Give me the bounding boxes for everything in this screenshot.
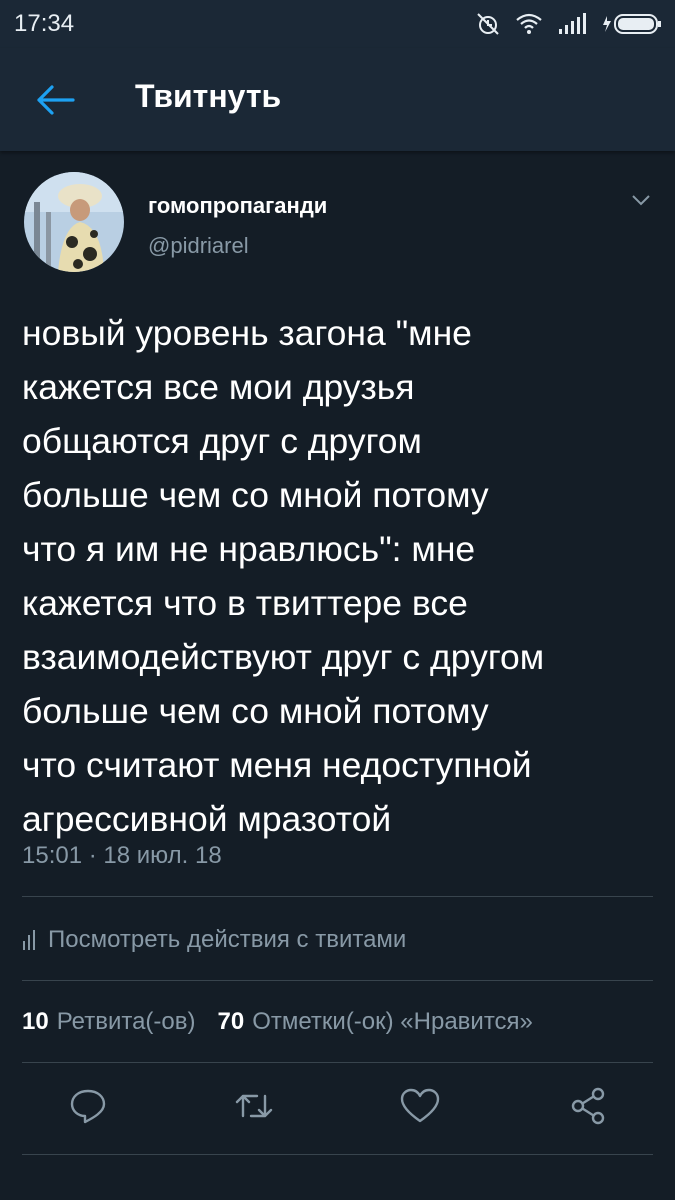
more-options-button[interactable] [628, 190, 654, 210]
author-handle[interactable]: @pidriarel [148, 233, 249, 259]
tweet-line: кажется что в твиттере все [22, 583, 468, 623]
share-icon [571, 1087, 605, 1125]
avatar[interactable] [24, 172, 124, 272]
tweet-line: кажется все мои друзья [22, 367, 415, 407]
wifi-icon [516, 13, 542, 34]
tweet-line: взаимодействуют друг с другом [22, 637, 545, 677]
retweet-icon [235, 1094, 273, 1118]
reply-button[interactable] [66, 1084, 110, 1128]
likes-label[interactable]: Отметки(-ок) «Нравится» [252, 1008, 533, 1036]
tweet-stats: 10 Ретвита(-ов) 70 Отметки(-ок) «Нравитс… [22, 1008, 533, 1036]
status-time: 17:34 [14, 10, 75, 37]
divider [22, 896, 653, 897]
reply-icon [70, 1089, 106, 1124]
tweet-line: что я им не нравлюсь": мне [22, 529, 476, 569]
retweet-button[interactable] [232, 1084, 276, 1128]
tweet-line: новый уровень загона "мне [22, 313, 472, 353]
app-bar: Твитнуть [0, 48, 675, 151]
status-bar: 17:34 [0, 0, 675, 48]
bar-chart-icon [23, 930, 35, 950]
tweet-line: больше чем со мной потому [22, 475, 489, 515]
tweet-text: новый уровень загона "мне кажется все мо… [22, 306, 662, 846]
tweet-activity-label: Посмотреть действия с твитами [48, 926, 407, 953]
divider [22, 980, 653, 981]
page-title: Твитнуть [135, 78, 282, 114]
battery-charging-icon [603, 14, 661, 34]
tweet-line: что считают меня недоступной [22, 745, 532, 785]
chevron-down-icon [632, 195, 650, 206]
tweet-timestamp: 15:01 · 18 июл. 18 [22, 842, 222, 869]
like-icon [400, 1088, 440, 1123]
signal-icon [559, 13, 586, 34]
arrow-left-icon [37, 85, 75, 115]
tweet-activity-link[interactable]: Посмотреть действия с твитами [22, 922, 406, 958]
like-button[interactable] [398, 1084, 442, 1128]
share-button[interactable] [566, 1084, 610, 1128]
tweet-line: общаются друг с другом [22, 421, 422, 461]
tweet-actions [0, 1084, 675, 1134]
retweets-label[interactable]: Ретвита(-ов) [57, 1008, 196, 1036]
back-button[interactable] [30, 78, 80, 122]
tweet-line: агрессивной мразотой [22, 799, 392, 839]
author-name[interactable]: гомопропаганди [148, 193, 327, 219]
tweet-line: больше чем со мной потому [22, 691, 489, 731]
retweets-count[interactable]: 10 [22, 1008, 49, 1036]
alarm-off-icon [477, 13, 499, 35]
likes-count[interactable]: 70 [218, 1008, 245, 1036]
divider [22, 1062, 653, 1063]
divider [22, 1154, 653, 1155]
